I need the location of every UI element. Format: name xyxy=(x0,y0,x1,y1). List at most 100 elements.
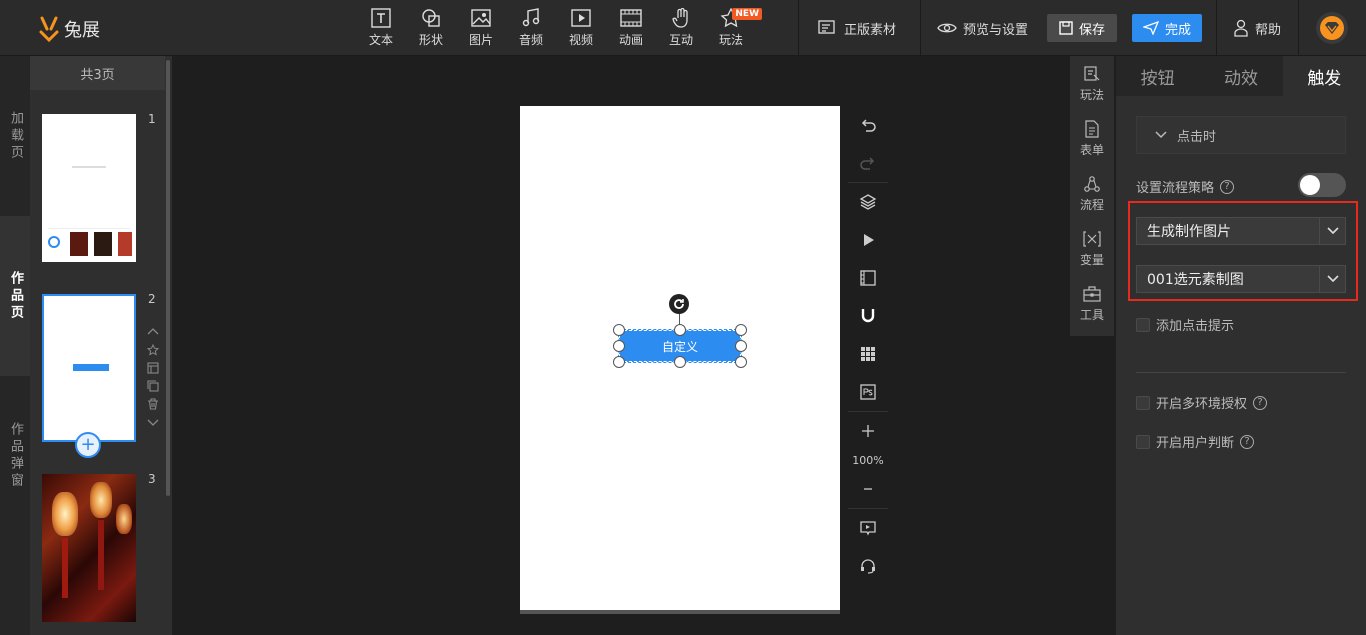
redo-button[interactable] xyxy=(848,144,888,182)
insert-tools: 文本 形状 图片 音频 视频 动画 互动 玩法 NEW xyxy=(356,0,762,56)
canvas-tools: 100% xyxy=(848,106,888,585)
side-tab-tools-label: 工具 xyxy=(1079,307,1104,322)
tool-gameplay-label: 玩法 xyxy=(718,33,743,47)
resize-handle-e[interactable] xyxy=(735,340,747,352)
resize-handle-w[interactable] xyxy=(613,340,625,352)
side-tab-gameplay-label: 玩法 xyxy=(1079,87,1104,102)
multi-env-auth-row[interactable]: 开启多环境授权 ? xyxy=(1136,393,1268,412)
page-thumbnail-1[interactable] xyxy=(42,114,136,262)
play-preview-button[interactable] xyxy=(848,221,888,259)
help-button[interactable]: 帮助 xyxy=(1233,16,1281,40)
resize-handle-s[interactable] xyxy=(674,356,686,368)
toolbox-icon xyxy=(1083,285,1101,302)
help-label: 帮助 xyxy=(1255,22,1282,38)
resize-handle-ne[interactable] xyxy=(735,324,747,336)
copy-icon[interactable] xyxy=(147,380,159,392)
user-judgement-checkbox[interactable] xyxy=(1136,434,1150,449)
toolbar-divider xyxy=(920,0,921,56)
tool-gameplay[interactable]: 玩法 NEW xyxy=(706,0,762,56)
undo-button[interactable] xyxy=(848,106,888,144)
process-strategy-toggle[interactable] xyxy=(1298,173,1346,197)
resize-handle-se[interactable] xyxy=(735,356,747,368)
music-icon xyxy=(522,8,540,27)
grid-button[interactable] xyxy=(848,335,888,373)
multi-env-auth-label: 开启多环境授权 xyxy=(1156,397,1248,412)
add-click-hint-row[interactable]: 添加点击提示 xyxy=(1136,315,1234,334)
page-list-panel: 共3页 1 2 + 3 xyxy=(30,56,172,635)
tab-button[interactable]: 按钮 xyxy=(1116,56,1199,96)
favorite-star-icon[interactable] xyxy=(147,344,159,356)
side-tab-tools[interactable]: 工具 xyxy=(1070,276,1114,331)
licensed-assets-button[interactable]: 正版素材 xyxy=(818,16,896,40)
save-button[interactable]: 保存 xyxy=(1047,14,1117,42)
tool-shape[interactable]: 形状 xyxy=(406,0,456,56)
side-tab-variable[interactable]: 变量 xyxy=(1070,221,1114,276)
delete-icon[interactable] xyxy=(147,398,159,410)
side-tab-form[interactable]: 表单 xyxy=(1070,111,1114,166)
zoom-in-button[interactable] xyxy=(848,412,888,450)
done-button[interactable]: 完成 xyxy=(1132,14,1202,42)
move-up-icon[interactable] xyxy=(147,326,159,338)
layers-button[interactable] xyxy=(848,183,888,221)
tool-text[interactable]: 文本 xyxy=(356,0,406,56)
psd-import-button[interactable] xyxy=(848,373,888,411)
add-page-button[interactable]: + xyxy=(75,432,101,458)
tool-image[interactable]: 图片 xyxy=(456,0,506,56)
magnet-button[interactable] xyxy=(848,297,888,335)
tab-work-page[interactable]: 作品页 xyxy=(0,216,30,376)
tool-animation[interactable]: 动画 xyxy=(606,0,656,56)
preview-settings-button[interactable]: 预览与设置 xyxy=(937,16,1028,40)
multi-env-auth-checkbox[interactable] xyxy=(1136,395,1150,410)
page-thumbnail-2[interactable] xyxy=(42,294,136,442)
on-click-section[interactable]: 点击时 xyxy=(1136,116,1346,154)
feature-side-tabs: 玩法 表单 流程 变量 工具 xyxy=(1070,56,1114,336)
film-icon xyxy=(860,270,876,286)
tool-interaction[interactable]: 互动 xyxy=(656,0,706,56)
user-avatar[interactable] xyxy=(1316,12,1348,44)
page-list-scrollbar[interactable] xyxy=(166,60,170,496)
hand-icon xyxy=(672,8,688,28)
side-tab-flow[interactable]: 流程 xyxy=(1070,166,1114,221)
preview-settings-label: 预览与设置 xyxy=(963,22,1029,38)
app-logo[interactable]: 兔展 xyxy=(38,14,100,44)
save-label: 保存 xyxy=(1078,22,1105,38)
page-thumbnail-3[interactable] xyxy=(42,474,136,622)
plus-icon xyxy=(862,425,874,437)
undo-icon xyxy=(861,119,876,132)
action-select[interactable]: 生成制作图片 xyxy=(1136,217,1346,245)
add-click-hint-checkbox[interactable] xyxy=(1136,317,1150,332)
play-edit-icon xyxy=(1084,65,1100,81)
action-select-value: 生成制作图片 xyxy=(1147,224,1231,240)
asset-select[interactable]: 001选元素制图 xyxy=(1136,265,1346,293)
process-strategy-row: 设置流程策略 ? xyxy=(1136,177,1235,196)
tab-trigger[interactable]: 触发 xyxy=(1282,56,1366,96)
resize-handle-nw[interactable] xyxy=(613,324,625,336)
question-icon[interactable]: ? xyxy=(1220,179,1235,194)
resize-handle-sw[interactable] xyxy=(613,356,625,368)
zoom-out-button[interactable] xyxy=(848,470,888,508)
shape-icon xyxy=(422,9,440,27)
user-judgement-label: 开启用户判断 xyxy=(1156,436,1235,451)
chevron-down-icon xyxy=(1155,131,1167,139)
page-number: 2 xyxy=(148,292,156,306)
help-person-icon xyxy=(1234,19,1248,37)
timeline-button[interactable] xyxy=(848,259,888,297)
add-click-hint-label: 添加点击提示 xyxy=(1156,319,1235,334)
move-down-icon[interactable] xyxy=(147,416,159,428)
animation-icon xyxy=(620,9,642,27)
layout-icon[interactable] xyxy=(147,362,159,374)
lantern-image xyxy=(52,492,78,536)
tutorial-button[interactable] xyxy=(848,509,888,547)
question-icon[interactable]: ? xyxy=(1240,434,1255,449)
tab-loading-page[interactable]: 加载页 xyxy=(0,56,30,216)
tool-audio[interactable]: 音频 xyxy=(506,0,556,56)
tab-animation[interactable]: 动效 xyxy=(1199,56,1282,96)
user-judgement-row[interactable]: 开启用户判断 ? xyxy=(1136,432,1255,451)
support-button[interactable] xyxy=(848,547,888,585)
side-tab-gameplay[interactable]: 玩法 xyxy=(1070,56,1114,111)
resize-handle-n[interactable] xyxy=(674,324,686,336)
question-icon[interactable]: ? xyxy=(1253,395,1268,410)
tab-work-popup[interactable]: 作品弹窗 xyxy=(0,376,30,536)
tool-video[interactable]: 视频 xyxy=(556,0,606,56)
rotate-handle[interactable] xyxy=(669,294,689,314)
